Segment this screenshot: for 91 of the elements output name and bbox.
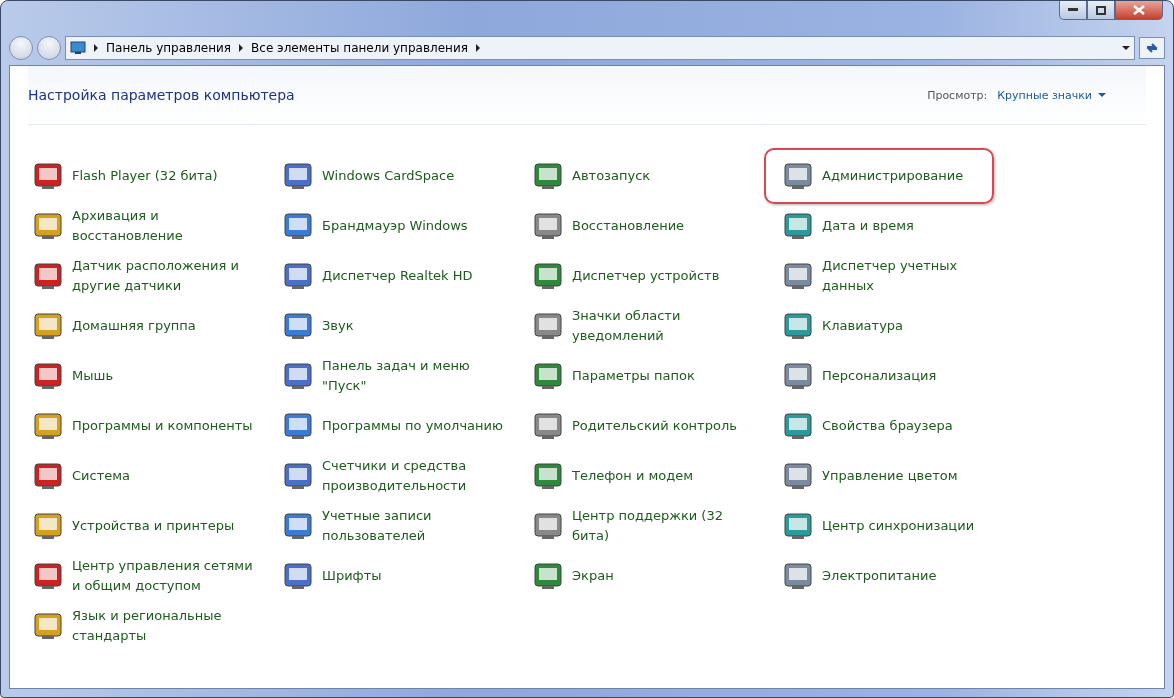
- control-panel-item[interactable]: Центр управления сетями и общим доступом: [72, 556, 262, 596]
- control-panel-item[interactable]: Домашняя группа: [72, 316, 262, 336]
- applet-icon: [532, 560, 564, 592]
- maximize-button[interactable]: [1087, 1, 1115, 20]
- control-panel-item[interactable]: Учетные записи пользователей: [322, 506, 512, 546]
- applet-icon: [32, 310, 64, 342]
- applet-icon: [32, 510, 64, 542]
- minimize-button[interactable]: [1059, 1, 1087, 20]
- applet-icon: [32, 560, 64, 592]
- applet-icon: [282, 260, 314, 292]
- control-panel-item[interactable]: Дата и время: [822, 216, 1012, 236]
- control-panel-item[interactable]: Экран: [572, 566, 762, 586]
- control-panel-item[interactable]: Брандмауэр Windows: [322, 216, 512, 236]
- control-panel-item[interactable]: Восстановление: [572, 216, 762, 236]
- control-panel-item[interactable]: Персонализация: [822, 366, 1012, 386]
- applet-icon: [282, 160, 314, 192]
- control-panel-item[interactable]: Flash Player (32 бита): [72, 166, 262, 186]
- applet-icon: [282, 210, 314, 242]
- applet-icon: [532, 460, 564, 492]
- applet-icon: [32, 260, 64, 292]
- applet-icon: [532, 310, 564, 342]
- applet-icon: [282, 510, 314, 542]
- applet-icon: [532, 160, 564, 192]
- applet-icon: [282, 360, 314, 392]
- applet-icon: [282, 410, 314, 442]
- control-panel-item[interactable]: Параметры папок: [572, 366, 762, 386]
- control-panel-item[interactable]: Управление цветом: [822, 466, 1012, 486]
- control-panel-item[interactable]: Программы по умолчанию: [322, 416, 512, 436]
- control-panel-item[interactable]: Телефон и модем: [572, 466, 762, 486]
- control-panel-item[interactable]: Панель задач и меню "Пуск": [322, 356, 512, 396]
- applet-icon: [782, 510, 814, 542]
- applet-icon: [32, 410, 64, 442]
- control-panel-item[interactable]: Электропитание: [822, 566, 1012, 586]
- page-title: Настройка параметров компьютера: [28, 87, 296, 103]
- back-button[interactable]: [9, 36, 33, 60]
- applet-icon: [532, 260, 564, 292]
- control-panel-item[interactable]: Центр поддержки (32 бита): [572, 506, 762, 546]
- control-panel-item[interactable]: Программы и компоненты: [72, 416, 262, 436]
- applet-icon: [282, 310, 314, 342]
- control-panel-icon: [70, 41, 86, 55]
- applet-icon: [282, 560, 314, 592]
- control-panel-item[interactable]: Центр синхронизации: [822, 516, 1012, 536]
- control-panel-item[interactable]: Администрирование: [822, 166, 1012, 186]
- applet-icon: [32, 160, 64, 192]
- control-panel-item[interactable]: Мышь: [72, 366, 262, 386]
- minimize-icon: [1068, 8, 1078, 12]
- view-dropdown[interactable]: Крупные значки: [997, 88, 1106, 102]
- control-panel-item[interactable]: Родительский контроль: [572, 416, 762, 436]
- control-panel-item[interactable]: Система: [72, 466, 262, 486]
- control-panel-item[interactable]: Windows CardSpace: [322, 166, 512, 186]
- control-panel-item[interactable]: Звук: [322, 316, 512, 336]
- applet-icon: [782, 260, 814, 292]
- applet-icon: [32, 610, 64, 642]
- applet-icon: [782, 210, 814, 242]
- applet-icon: [32, 360, 64, 392]
- control-panel-item[interactable]: Свойства браузера: [822, 416, 1012, 436]
- close-button[interactable]: [1115, 1, 1163, 20]
- control-panel-item[interactable]: Диспетчер Realtek HD: [322, 266, 512, 286]
- applet-icon: [532, 510, 564, 542]
- control-panel-item[interactable]: Датчик расположения и другие датчики: [72, 256, 262, 296]
- control-panel-item[interactable]: Язык и региональные стандарты: [72, 606, 262, 646]
- applet-icon: [782, 160, 814, 192]
- applet-icon: [782, 460, 814, 492]
- refresh-icon: [1145, 42, 1159, 54]
- control-panel-item[interactable]: Значки области уведомлений: [572, 306, 762, 346]
- applet-icon: [532, 210, 564, 242]
- control-panel-item[interactable]: Диспетчер устройств: [572, 266, 762, 286]
- applet-icon: [532, 360, 564, 392]
- maximize-icon: [1096, 5, 1106, 15]
- control-panel-item[interactable]: Автозапуск: [572, 166, 762, 186]
- applet-icon: [532, 410, 564, 442]
- breadcrumb[interactable]: Панель управления: [106, 41, 232, 55]
- breadcrumb[interactable]: Все элементы панели управления: [251, 41, 468, 55]
- control-panel-item[interactable]: Устройства и принтеры: [72, 516, 262, 536]
- refresh-button[interactable]: [1139, 37, 1165, 59]
- applet-icon: [782, 560, 814, 592]
- control-panel-item[interactable]: Счетчики и средства производительности: [322, 456, 512, 496]
- control-panel-item[interactable]: Клавиатура: [822, 316, 1012, 336]
- applet-icon: [782, 310, 814, 342]
- applet-icon: [282, 460, 314, 492]
- applet-icon: [32, 460, 64, 492]
- control-panel-item[interactable]: Шрифты: [322, 566, 512, 586]
- close-icon: [1133, 5, 1145, 15]
- view-label: Просмотр:: [927, 88, 988, 102]
- forward-button[interactable]: [37, 36, 61, 60]
- address-bar[interactable]: Панель управления Все элементы панели управления: [65, 36, 1135, 60]
- applet-icon: [782, 360, 814, 392]
- control-panel-item[interactable]: Архивация и восстановление: [72, 206, 262, 246]
- control-panel-item[interactable]: Диспетчер учетных данных: [822, 256, 1012, 296]
- applet-icon: [32, 210, 64, 242]
- applet-icon: [782, 410, 814, 442]
